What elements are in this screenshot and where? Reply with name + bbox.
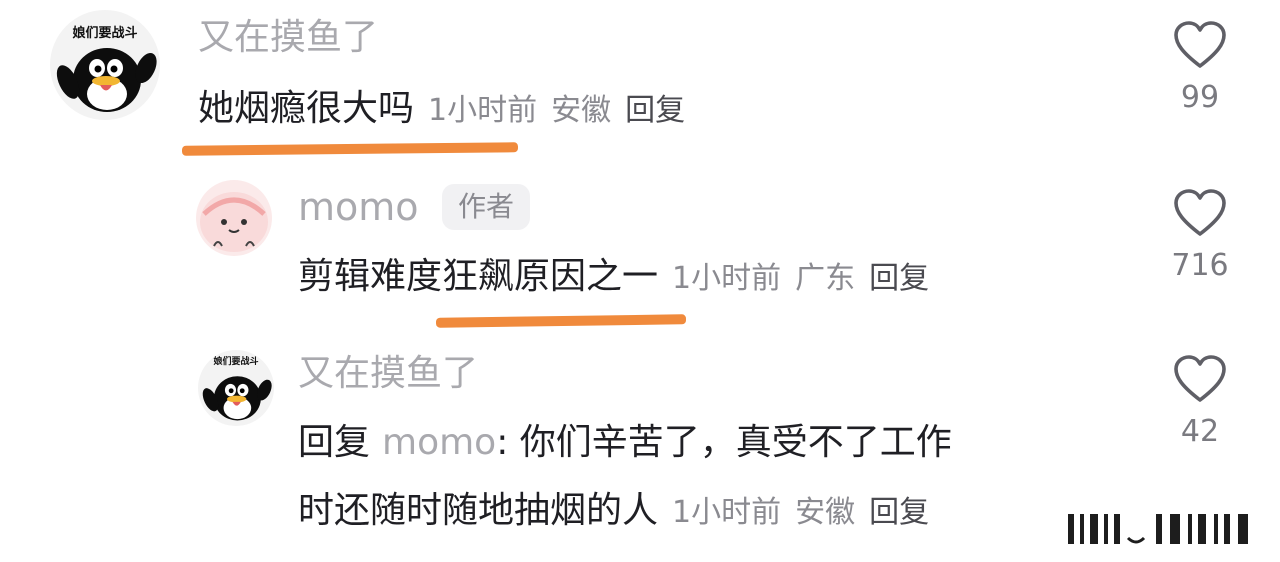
pink-blob-avatar-icon — [200, 192, 268, 252]
comment-body: 剪辑难度狂飙原因之一 — [298, 256, 659, 297]
avatar[interactable] — [196, 180, 272, 256]
author-badge: 作者 — [442, 184, 531, 230]
comment-time: 1小时前 — [672, 495, 782, 530]
comment-time: 1小时前 — [672, 261, 782, 296]
comment-location: 安徽 — [795, 495, 856, 530]
comment-username[interactable]: 又在摸鱼了 — [298, 352, 478, 396]
highlight-underline — [435, 314, 687, 328]
penguin-icon — [202, 376, 272, 421]
comment-text-line2: 时还随时随地抽烟的人 1小时前 安徽 回复 — [298, 488, 929, 536]
like-count: 42 — [1180, 414, 1220, 449]
comment-text: 她烟瘾很大吗 1小时前 安徽 回复 — [198, 86, 685, 134]
reply-button[interactable]: 回复 — [869, 261, 929, 296]
comment-body: 她烟瘾很大吗 — [198, 88, 415, 129]
avatar[interactable]: 娘们要战斗 — [198, 350, 274, 426]
heart-icon — [1174, 21, 1226, 68]
comment-text: 剪辑难度狂飙原因之一 1小时前 广东 回复 — [298, 254, 929, 302]
like-count: 716 — [1171, 248, 1229, 283]
comment-body: : 你们辛苦了，真受不了工作 — [496, 422, 952, 463]
comment-time: 1小时前 — [428, 93, 538, 128]
comment-text-line1: 回复 momo: 你们辛苦了，真受不了工作 — [298, 420, 952, 466]
comment-location: 安徽 — [551, 93, 612, 128]
comment-body: 时还随时随地抽烟的人 — [298, 490, 659, 531]
reply-target-username[interactable]: momo — [382, 422, 496, 463]
reply-button[interactable]: 回复 — [869, 495, 929, 530]
avatar[interactable]: 娘们要战斗 — [50, 10, 160, 120]
like-button[interactable]: 42 — [1160, 354, 1240, 449]
like-button[interactable]: 716 — [1160, 188, 1240, 283]
watermark-bars-icon — [1068, 514, 1248, 544]
comment-username[interactable]: 又在摸鱼了 — [198, 16, 378, 60]
like-count: 99 — [1180, 80, 1220, 115]
comment-username[interactable]: momo — [298, 184, 419, 230]
reply-prefix: 回复 — [298, 422, 371, 463]
comment-location: 广东 — [795, 261, 856, 296]
penguin-icon — [56, 48, 157, 112]
highlight-underline — [181, 142, 519, 156]
like-button[interactable]: 99 — [1160, 20, 1240, 115]
reply-button[interactable]: 回复 — [625, 93, 685, 128]
heart-icon — [1174, 189, 1226, 236]
heart-icon — [1174, 355, 1226, 402]
